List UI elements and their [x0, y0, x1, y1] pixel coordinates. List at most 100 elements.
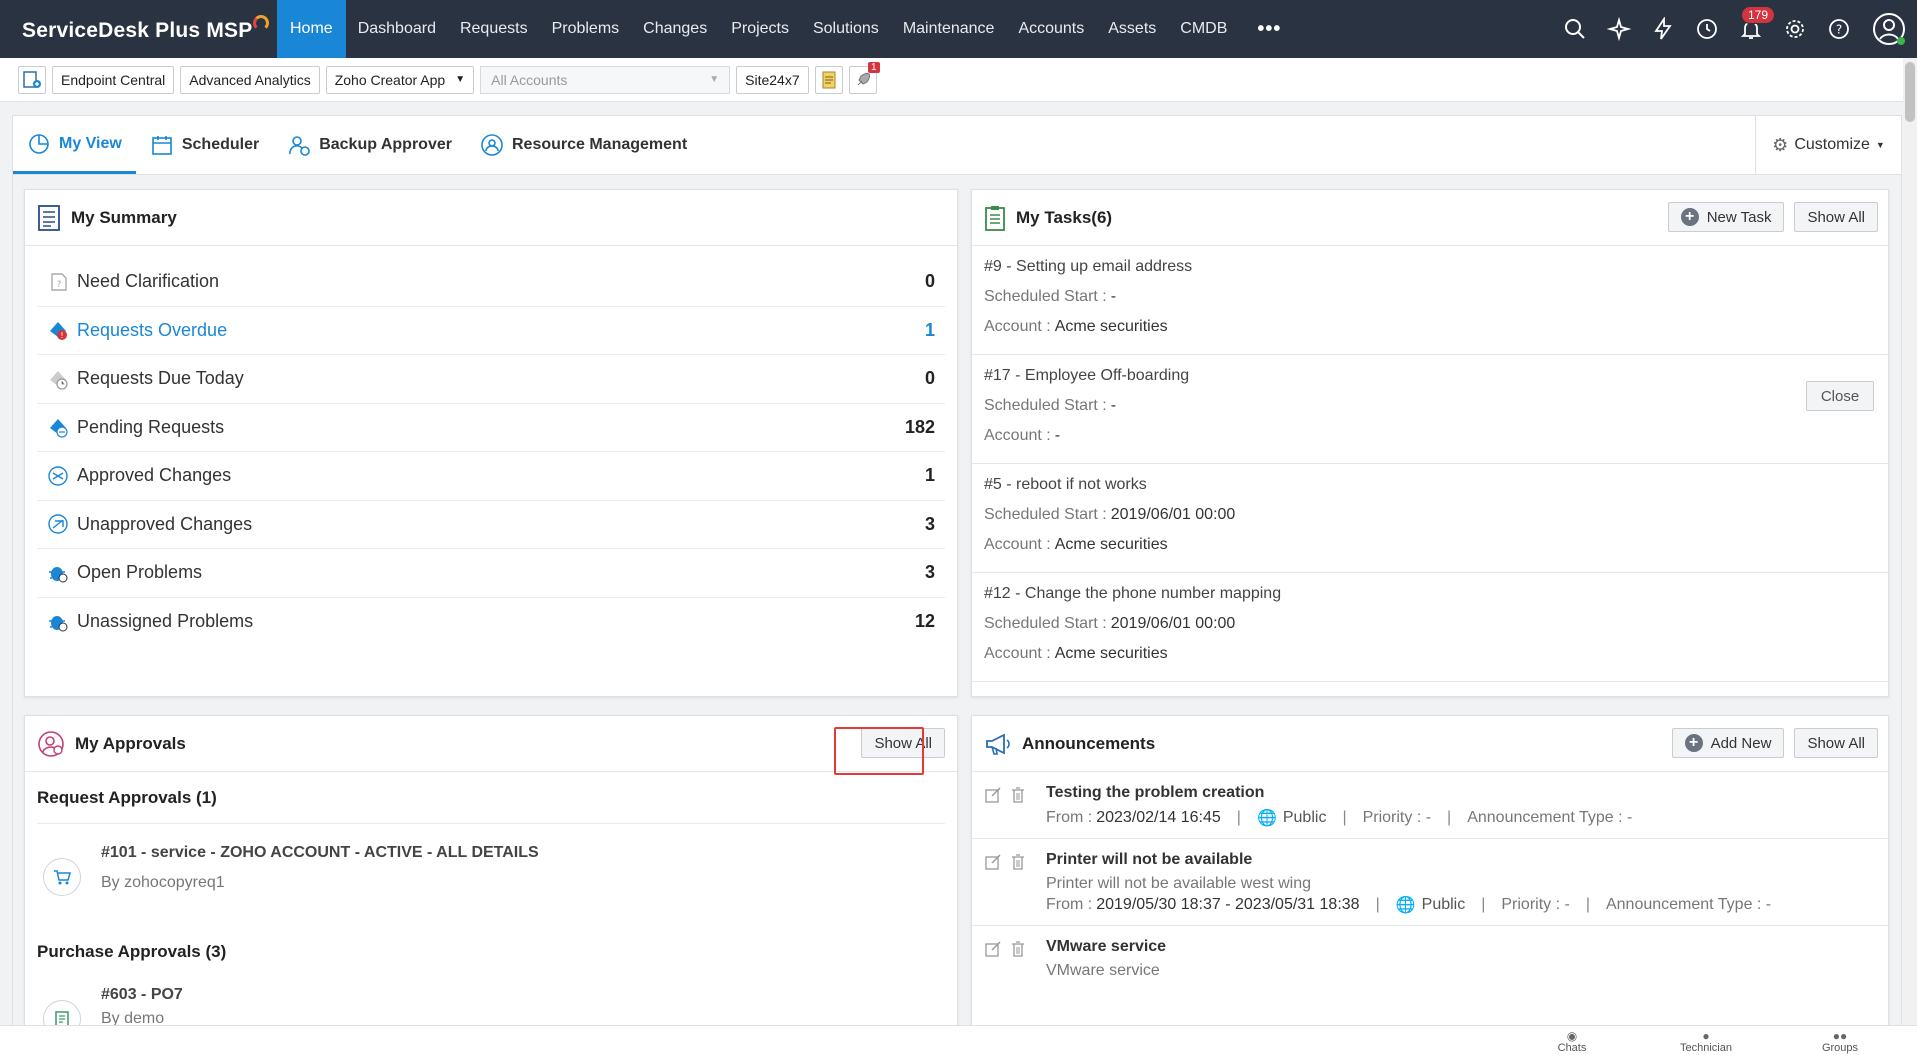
announcement-title[interactable]: Testing the problem creation: [1046, 784, 1632, 802]
nav-more-icon[interactable]: •••: [1239, 0, 1299, 58]
site24x7-button[interactable]: Site24x7: [736, 65, 809, 94]
megaphone-icon: [986, 733, 1010, 755]
new-request-icon[interactable]: [18, 65, 46, 94]
summary-row-approved-changes[interactable]: Approved Changes 1: [37, 452, 945, 501]
task-item[interactable]: #9 - Setting up email address Scheduled …: [972, 246, 1888, 355]
announcement-item[interactable]: VMware service VMware service: [972, 926, 1888, 990]
task-close-button[interactable]: Close: [1806, 381, 1874, 411]
request-approval-item[interactable]: #101 - service - ZOHO ACCOUNT - ACTIVE -…: [37, 824, 945, 926]
clipboard-icon: [985, 205, 1005, 231]
nav-assets[interactable]: Assets: [1096, 0, 1168, 58]
search-icon[interactable]: [1553, 0, 1597, 58]
nav-problems[interactable]: Problems: [540, 0, 632, 58]
svg-text:?: ?: [1836, 23, 1842, 37]
task-item[interactable]: #17 - Employee Off-boarding Scheduled St…: [972, 355, 1888, 464]
my-summary-header: My Summary: [25, 190, 957, 246]
settings-gear-icon[interactable]: [1773, 0, 1817, 58]
nav-changes[interactable]: Changes: [631, 0, 719, 58]
task-item[interactable]: #5 - reboot if not works Scheduled Start…: [972, 464, 1888, 573]
nav-home[interactable]: Home: [277, 0, 346, 58]
history-icon[interactable]: [1685, 0, 1729, 58]
announcement-description: Printer will not be available west wing: [1046, 875, 1312, 892]
announcement-title[interactable]: Printer will not be available: [1046, 851, 1771, 869]
edit-icon[interactable]: [984, 853, 1002, 915]
nav-solutions[interactable]: Solutions: [801, 0, 891, 58]
add-new-announcement-button[interactable]: + Add New: [1671, 728, 1785, 758]
summary-row-unapproved-changes[interactable]: Unapproved Changes 3: [37, 501, 945, 549]
user-avatar-icon[interactable]: [1861, 0, 1917, 58]
announcement-item[interactable]: Testing the problem creation From :2023/…: [972, 772, 1888, 839]
new-task-button[interactable]: + New Task: [1667, 202, 1785, 232]
quick-access-bar: Endpoint Central Advanced Analytics Zoho…: [0, 58, 1917, 102]
trash-icon[interactable]: [1010, 853, 1026, 915]
groups-button[interactable]: ●● Groups: [1810, 1030, 1870, 1054]
nav-cmdb[interactable]: CMDB: [1168, 0, 1239, 58]
technician-label: Technician: [1680, 1042, 1732, 1054]
separator: |: [1375, 896, 1380, 913]
summary-list: ? Need Clarification 0 ! Requests Overdu…: [25, 246, 957, 646]
summary-label: Need Clarification: [77, 271, 220, 292]
endpoint-central-button[interactable]: Endpoint Central: [52, 65, 175, 94]
ai-sparkle-icon[interactable]: [1597, 0, 1641, 58]
lightning-icon[interactable]: [1641, 0, 1685, 58]
notifications-icon[interactable]: 179: [1729, 0, 1776, 58]
chats-button[interactable]: ◉ Chats: [1542, 1030, 1602, 1054]
public-label: Public: [1282, 809, 1327, 826]
tab-backup-approver[interactable]: Backup Approver: [273, 116, 466, 174]
page-scrollbar[interactable]: [1903, 58, 1917, 1025]
top-right-icons: 179 ?: [1553, 0, 1917, 58]
globe-icon: 🌐: [1256, 810, 1277, 827]
help-icon[interactable]: ?: [1817, 0, 1861, 58]
summary-row-requests-overdue[interactable]: ! Requests Overdue 1: [37, 307, 945, 355]
notes-icon[interactable]: [814, 65, 843, 94]
advanced-analytics-button[interactable]: Advanced Analytics: [180, 65, 320, 94]
trash-icon[interactable]: [1010, 786, 1026, 828]
purchase-approval-title[interactable]: #603 - PO7: [101, 986, 183, 1004]
rocket-icon[interactable]: 1: [848, 61, 880, 94]
announcements-show-all-button[interactable]: Show All: [1794, 728, 1878, 758]
tab-backup-approver-label: Backup Approver: [319, 136, 452, 153]
tab-scheduler[interactable]: Scheduler: [136, 116, 273, 174]
technician-button[interactable]: ● Technician: [1676, 1030, 1736, 1054]
chat-bubble-icon: ◉: [1566, 1029, 1578, 1043]
request-approval-text: #101 - service - ZOHO ACCOUNT - ACTIVE -…: [101, 844, 539, 892]
tab-my-view[interactable]: My View: [13, 116, 136, 174]
customize-dropdown[interactable]: ⚙ Customize ▼: [1755, 116, 1901, 174]
pending-icon: [47, 416, 69, 438]
nav-accounts[interactable]: Accounts: [1006, 0, 1096, 58]
scheduled-label: Scheduled Start :: [984, 615, 1107, 632]
zoho-creator-dropdown[interactable]: Zoho Creator App ▼: [325, 65, 475, 94]
announcements-header: Announcements + Add New Show All: [972, 716, 1888, 772]
summary-row-open-problems[interactable]: Open Problems 3: [37, 549, 945, 598]
nav-dashboard[interactable]: Dashboard: [346, 0, 448, 58]
purchase-approvals-heading: Purchase Approvals (3): [37, 942, 227, 961]
request-approval-title[interactable]: #101 - service - ZOHO ACCOUNT - ACTIVE -…: [101, 844, 539, 862]
edit-icon[interactable]: [984, 786, 1002, 828]
task-item[interactable]: #12 - Change the phone number mapping Sc…: [972, 573, 1888, 682]
scheduled-label: Scheduled Start :: [984, 397, 1107, 414]
nav-requests[interactable]: Requests: [448, 0, 540, 58]
nav-projects[interactable]: Projects: [719, 0, 801, 58]
account-select[interactable]: All Accounts ▼: [480, 65, 731, 94]
task-scheduled: Scheduled Start :-: [984, 397, 1876, 415]
summary-label: Open Problems: [77, 562, 203, 583]
summary-row-unassigned-problems[interactable]: Unassigned Problems 12: [37, 598, 945, 647]
announcement-meta: From :2019/05/30 18:37 - 2023/05/31 18:3…: [1046, 895, 1771, 915]
tab-resource-management[interactable]: Resource Management: [466, 116, 701, 174]
summary-row-requests-due-today[interactable]: Requests Due Today 0: [37, 355, 945, 404]
nav-maintenance[interactable]: Maintenance: [891, 0, 1007, 58]
announcement-title[interactable]: VMware service: [1046, 938, 1166, 956]
brand-logo[interactable]: ServiceDesk Plus MSP: [0, 15, 277, 43]
clarification-icon: ?: [47, 271, 69, 293]
svg-text:?: ?: [57, 280, 62, 290]
request-approvals-section: Request Approvals (1) #101 - service - Z…: [25, 772, 957, 1055]
tasks-show-all-button[interactable]: Show All: [1794, 202, 1878, 232]
announcements-actions: + Add New Show All: [1671, 728, 1878, 758]
announcement-item[interactable]: Printer will not be available Printer wi…: [972, 839, 1888, 926]
summary-row-pending-requests[interactable]: Pending Requests 182: [37, 404, 945, 452]
edit-icon[interactable]: [984, 940, 1002, 980]
summary-row-need-clarification[interactable]: ? Need Clarification 0: [37, 258, 945, 307]
home-main-card: My View Scheduler Backup Approver Resour…: [12, 115, 1902, 1055]
trash-icon[interactable]: [1010, 940, 1026, 980]
scrollbar-thumb[interactable]: [1905, 62, 1915, 122]
